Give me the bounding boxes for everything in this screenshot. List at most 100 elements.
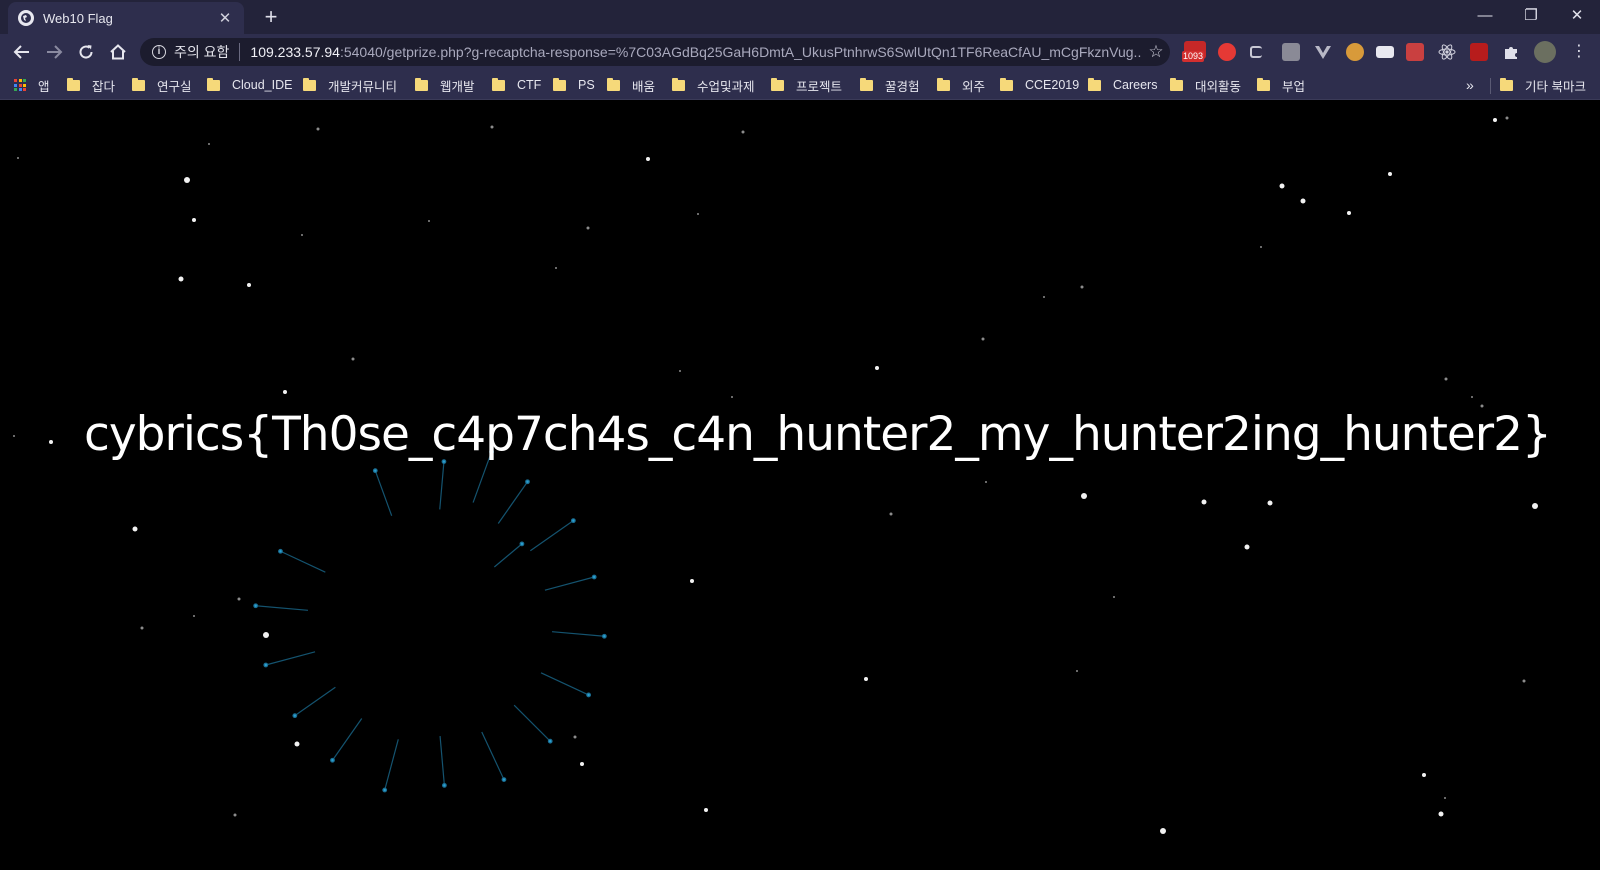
burst-ray (374, 470, 393, 516)
toolbar: i 주의 요함 109.233.57.94:54040/getprize.php… (0, 34, 1600, 70)
star (49, 440, 53, 444)
bookmark-label: 수업및과제 (697, 79, 755, 94)
star (1043, 296, 1045, 298)
star (1532, 503, 1538, 509)
burst-ray (384, 739, 399, 791)
burst-ray (265, 651, 316, 666)
forward-button[interactable] (40, 38, 68, 66)
folder-icon (492, 77, 505, 91)
bookmarks-overflow-button[interactable]: » (1466, 76, 1474, 94)
bookmark-folder[interactable]: Careers (1088, 76, 1157, 94)
folder-icon (1000, 77, 1013, 91)
back-button[interactable] (8, 38, 36, 66)
gmail-extension-icon[interactable]: 1093 (1182, 41, 1206, 62)
star (985, 481, 987, 483)
bookmark-folder[interactable]: 대외활동 (1170, 76, 1241, 94)
star (1300, 198, 1306, 204)
bookmark-label: 꿀경험 (885, 79, 920, 94)
minimize-button[interactable]: — (1462, 0, 1508, 30)
burst-dot (570, 518, 576, 524)
burst-dot (263, 662, 269, 668)
burst-ray (481, 731, 505, 780)
reload-button[interactable] (72, 38, 100, 66)
star (13, 435, 15, 437)
burst-ray (551, 631, 605, 637)
c-extension-icon[interactable] (1250, 46, 1262, 58)
star (1522, 679, 1526, 683)
bookmarks-divider (1490, 78, 1491, 94)
profile-avatar[interactable] (1534, 41, 1556, 63)
menu-kebab-icon[interactable]: ⋮ (1570, 43, 1588, 61)
bookmark-folder[interactable]: 꿀경험 (860, 76, 920, 94)
star (1267, 500, 1273, 506)
burst-dot (591, 574, 597, 580)
bookmark-folder[interactable]: PS (553, 76, 595, 94)
burst-dot (601, 633, 607, 639)
info-extension-icon[interactable] (1282, 43, 1300, 61)
bookmark-folder[interactable]: 배움 (607, 76, 655, 94)
security-label[interactable]: 주의 요함 (174, 42, 229, 62)
card-extension-icon[interactable] (1376, 46, 1394, 58)
tab-web10-flag[interactable]: Web10 Flag ✕ (8, 2, 244, 34)
new-tab-button[interactable]: + (258, 4, 284, 30)
star (586, 226, 590, 230)
react-devtools-icon[interactable] (1438, 43, 1456, 61)
star (208, 143, 210, 145)
burst-dot (292, 713, 298, 719)
url-text[interactable]: 109.233.57.94:54040/getprize.php?g-recap… (250, 44, 1142, 60)
bookmark-folder[interactable]: CTF (492, 76, 541, 94)
bookmark-folder[interactable]: 연구실 (132, 76, 192, 94)
bookmark-folder[interactable]: 외주 (937, 76, 985, 94)
bookmark-label: CTF (517, 78, 542, 92)
pdf-extension-icon[interactable] (1470, 43, 1488, 61)
address-bar[interactable]: i 주의 요함 109.233.57.94:54040/getprize.php… (140, 38, 1170, 66)
burst-dot (586, 692, 592, 698)
extensions-puzzle-icon[interactable] (1502, 43, 1520, 61)
bookmark-folder[interactable]: 부업 (1257, 76, 1305, 94)
screenshot-extension-icon[interactable] (1406, 43, 1424, 61)
bookmark-star-icon[interactable]: ☆ (1142, 42, 1170, 62)
burst-ray (540, 672, 589, 696)
star (192, 218, 196, 222)
bookmark-folder[interactable]: 잡다 (67, 76, 115, 94)
burst-dot (382, 787, 388, 793)
home-button[interactable] (104, 38, 132, 66)
flag-text: cybrics{Th0se_c4p7ch4s_c4n_hunter2_my_hu… (84, 407, 1552, 462)
burst-dot (519, 541, 525, 547)
star (690, 579, 694, 583)
bookmark-folder[interactable]: CCE2019 (1000, 76, 1079, 94)
bookmark-folder[interactable]: 개발커뮤니티 (303, 76, 397, 94)
burst-ray (513, 704, 551, 742)
vue-devtools-icon[interactable] (1314, 43, 1332, 61)
bookmark-folder[interactable]: 프로젝트 (771, 76, 842, 94)
folder-icon (1088, 77, 1101, 91)
folder-icon (607, 77, 620, 91)
bookmark-label: 연구실 (157, 79, 192, 94)
burst-ray (497, 481, 528, 524)
star (1081, 493, 1087, 499)
bookmark-folder[interactable]: Cloud_IDE (207, 76, 292, 94)
star (679, 370, 681, 372)
omnibox-divider (239, 43, 241, 61)
other-bookmarks-folder[interactable]: 기타 북마크 (1500, 76, 1586, 94)
bookmark-label: Careers (1113, 78, 1158, 92)
star (1444, 797, 1446, 799)
star (1260, 246, 1262, 248)
info-icon[interactable]: i (152, 45, 166, 59)
bookmark-apps[interactable]: 앱 (14, 76, 50, 94)
burst-ray (439, 461, 445, 510)
star (1279, 183, 1285, 189)
burst-dot (253, 603, 259, 609)
bookmark-folder[interactable]: 웹개발 (415, 76, 475, 94)
tab-close-icon[interactable]: ✕ (216, 9, 234, 27)
star (864, 677, 868, 681)
cookie-icon[interactable] (1346, 43, 1364, 61)
restore-button[interactable]: ❐ (1508, 0, 1554, 30)
bookmark-folder[interactable]: 수업및과제 (672, 76, 755, 94)
folder-icon (303, 77, 316, 91)
adblock-icon[interactable] (1218, 43, 1236, 61)
burst-ray (280, 550, 326, 573)
close-window-button[interactable]: ✕ (1554, 0, 1600, 30)
burst-dot (525, 479, 530, 485)
star (316, 127, 320, 131)
